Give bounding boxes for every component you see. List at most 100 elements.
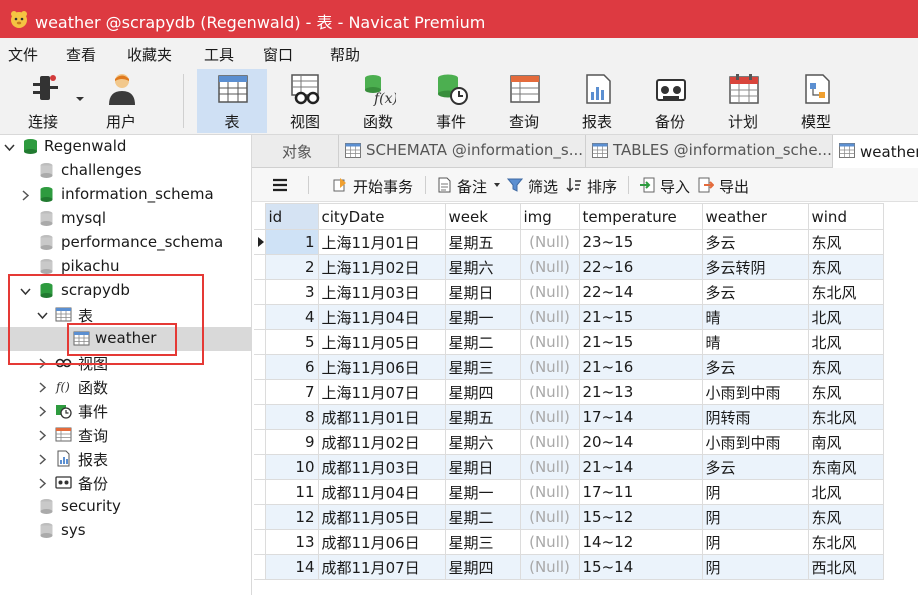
cell-citydate[interactable]: 成都11月07日 xyxy=(317,554,446,580)
table-row[interactable]: 8 成都11月01日 星期五 (Null) 17~14 阴转雨 东北风 xyxy=(254,404,884,430)
row-marker[interactable] xyxy=(254,554,266,580)
menu-window[interactable]: 窗口 xyxy=(263,44,293,65)
cell-temperature[interactable]: 20~14 xyxy=(578,429,703,455)
cell-citydate[interactable]: 上海11月01日 xyxy=(317,229,446,255)
cell-img[interactable]: (Null) xyxy=(519,529,580,555)
cell-wind[interactable]: 东风 xyxy=(807,254,884,280)
table-row[interactable]: 1 上海11月01日 星期五 (Null) 23~15 多云 东风 xyxy=(254,229,884,255)
cell-wind[interactable]: 东风 xyxy=(807,354,884,380)
cell-id[interactable]: 9 xyxy=(264,429,319,455)
tree-connection-regenwald[interactable]: Regenwald xyxy=(0,135,251,159)
cell-week[interactable]: 星期一 xyxy=(444,479,521,505)
cell-week[interactable]: 星期日 xyxy=(444,279,521,305)
row-marker[interactable] xyxy=(254,329,266,355)
tree-folder-backups[interactable]: 备份 xyxy=(0,471,251,495)
column-header-img[interactable]: img xyxy=(519,203,580,230)
cell-temperature[interactable]: 21~15 xyxy=(578,304,703,330)
cell-citydate[interactable]: 上海11月06日 xyxy=(317,354,446,380)
hamburger-menu-button[interactable] xyxy=(272,168,288,201)
cell-citydate[interactable]: 成都11月05日 xyxy=(317,504,446,530)
cell-weather[interactable]: 多云 xyxy=(701,279,809,305)
row-marker[interactable] xyxy=(254,529,266,555)
connect-button[interactable]: 连接 xyxy=(8,69,78,133)
chevron-right-icon[interactable] xyxy=(37,406,48,417)
cell-id[interactable]: 3 xyxy=(264,279,319,305)
row-marker[interactable] xyxy=(254,404,266,430)
import-button[interactable]: 导入 xyxy=(639,168,694,201)
user-button[interactable]: 用户 xyxy=(86,69,156,133)
cell-week[interactable]: 星期五 xyxy=(444,404,521,430)
cell-wind[interactable]: 东南风 xyxy=(807,454,884,480)
tree-db-information-schema[interactable]: information_schema xyxy=(0,183,251,207)
row-marker[interactable] xyxy=(254,429,266,455)
chevron-right-icon[interactable] xyxy=(37,382,48,393)
column-header-citydate[interactable]: cityDate xyxy=(317,203,446,230)
cell-wind[interactable]: 北风 xyxy=(807,304,884,330)
cell-img[interactable]: (Null) xyxy=(519,254,580,280)
cell-id[interactable]: 12 xyxy=(264,504,319,530)
cell-week[interactable]: 星期三 xyxy=(444,354,521,380)
chevron-right-icon[interactable] xyxy=(37,478,48,489)
cell-week[interactable]: 星期日 xyxy=(444,454,521,480)
filter-button[interactable]: 筛选 xyxy=(507,168,562,201)
chevron-right-icon[interactable] xyxy=(37,454,48,465)
cell-week[interactable]: 星期六 xyxy=(444,254,521,280)
schedule-button[interactable]: 计划 xyxy=(708,69,778,133)
menu-view[interactable]: 查看 xyxy=(66,44,96,65)
cell-weather[interactable]: 多云 xyxy=(701,454,809,480)
connect-dropdown-icon[interactable] xyxy=(76,97,84,101)
tab-tables[interactable]: TABLES @information_sche... xyxy=(586,135,833,167)
cell-week[interactable]: 星期三 xyxy=(444,529,521,555)
sort-button[interactable]: 排序 xyxy=(566,168,621,201)
column-header-wind[interactable]: wind xyxy=(807,203,884,230)
event-button[interactable]: 事件 xyxy=(416,69,486,133)
cell-weather[interactable]: 多云转阴 xyxy=(701,254,809,280)
tree-folder-events[interactable]: 事件 xyxy=(0,399,251,423)
row-marker[interactable] xyxy=(254,354,266,380)
tree-folder-reports[interactable]: 报表 xyxy=(0,447,251,471)
cell-weather[interactable]: 晴 xyxy=(701,304,809,330)
menu-favorites[interactable]: 收藏夹 xyxy=(127,44,172,65)
row-marker[interactable] xyxy=(254,304,266,330)
cell-id[interactable]: 14 xyxy=(264,554,319,580)
cell-id[interactable]: 2 xyxy=(264,254,319,280)
column-header-week[interactable]: week xyxy=(444,203,521,230)
tab-objects[interactable]: 对象 xyxy=(252,135,339,167)
cell-weather[interactable]: 晴 xyxy=(701,329,809,355)
column-header-temperature[interactable]: temperature xyxy=(578,203,703,230)
row-marker[interactable] xyxy=(254,454,266,480)
cell-img[interactable]: (Null) xyxy=(519,454,580,480)
cell-citydate[interactable]: 上海11月04日 xyxy=(317,304,446,330)
cell-weather[interactable]: 阴转雨 xyxy=(701,404,809,430)
cell-week[interactable]: 星期二 xyxy=(444,329,521,355)
cell-wind[interactable]: 东风 xyxy=(807,229,884,255)
cell-img[interactable]: (Null) xyxy=(519,279,580,305)
cell-img[interactable]: (Null) xyxy=(519,504,580,530)
cell-wind[interactable]: 南风 xyxy=(807,429,884,455)
cell-temperature[interactable]: 23~15 xyxy=(578,229,703,255)
cell-weather[interactable]: 多云 xyxy=(701,354,809,380)
chevron-right-icon[interactable] xyxy=(37,430,48,441)
cell-wind[interactable]: 北风 xyxy=(807,479,884,505)
cell-img[interactable]: (Null) xyxy=(519,379,580,405)
model-button[interactable]: 模型 xyxy=(781,69,851,133)
cell-temperature[interactable]: 15~12 xyxy=(578,504,703,530)
cell-weather[interactable]: 阴 xyxy=(701,479,809,505)
report-button[interactable]: 报表 xyxy=(562,69,632,133)
cell-id[interactable]: 10 xyxy=(264,454,319,480)
chevron-down-icon[interactable] xyxy=(4,142,15,153)
cell-citydate[interactable]: 成都11月03日 xyxy=(317,454,446,480)
row-marker[interactable] xyxy=(254,229,266,255)
tree-db-security[interactable]: security xyxy=(0,495,251,519)
row-marker[interactable] xyxy=(254,279,266,305)
cell-week[interactable]: 星期二 xyxy=(444,504,521,530)
cell-temperature[interactable]: 22~14 xyxy=(578,279,703,305)
tab-schemata[interactable]: SCHEMATA @information_s... xyxy=(339,135,586,167)
row-marker[interactable] xyxy=(254,379,266,405)
cell-weather[interactable]: 阴 xyxy=(701,504,809,530)
table-row[interactable]: 12 成都11月05日 星期二 (Null) 15~12 阴东风 xyxy=(254,504,884,530)
column-header-id[interactable]: id xyxy=(264,203,319,230)
cell-citydate[interactable]: 成都11月01日 xyxy=(317,404,446,430)
table-row[interactable]: 2 上海11月02日 星期六 (Null) 22~16 多云转阴 东风 xyxy=(254,254,884,280)
cell-temperature[interactable]: 22~16 xyxy=(578,254,703,280)
